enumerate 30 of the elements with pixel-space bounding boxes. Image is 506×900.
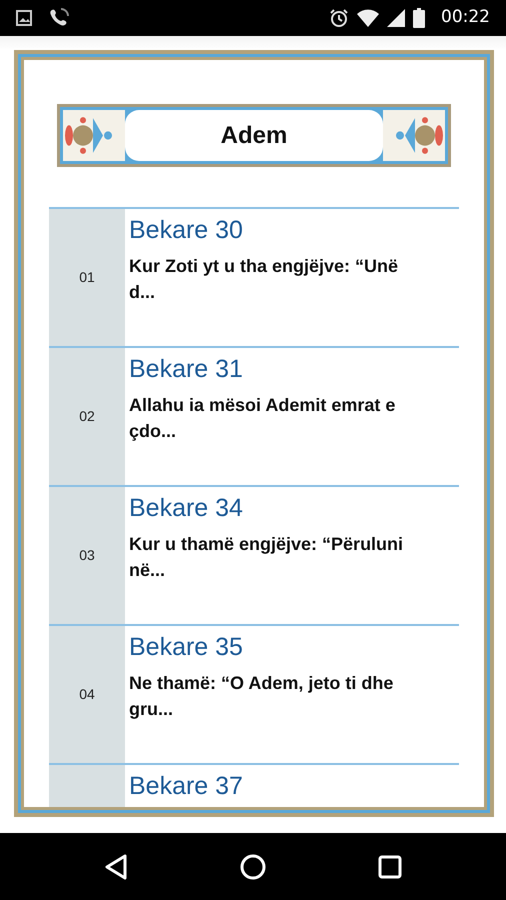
verse-list-item[interactable]: 03 Bekare 34 Kur u thamë engjëjve: “Përuluni në... [49, 485, 459, 624]
back-button[interactable] [103, 852, 129, 880]
verse-list-item[interactable]: Bekare 37 [49, 763, 459, 807]
verse-excerpt: Kur Zoti yt u tha engjëjve: “Unë d... [129, 254, 400, 304]
wifi-icon [357, 9, 379, 27]
verse-list-item[interactable]: 02 Bekare 31 Allahu ia mësoi Ademit emrat e çdo... [49, 346, 459, 485]
battery-icon [413, 8, 425, 28]
verse-reference: Bekare 31 [129, 356, 244, 384]
ornament-drawing [63, 110, 125, 161]
verse-reference: Bekare 34 [129, 495, 244, 522]
verse-excerpt: Kur u thamë engjëjve: “Përuluni në... [129, 532, 404, 582]
verse-number: 03 [79, 546, 95, 565]
verse-list-item[interactable]: 01 Bekare 30 Kur Zoti yt u tha engjëjve: “Unë d... [49, 207, 459, 346]
clock-time: 00:22 [441, 6, 490, 30]
chapter-title: Adem [220, 120, 288, 150]
recent-apps-button[interactable] [377, 854, 403, 880]
verse-number: 01 [79, 268, 95, 287]
signal-icon [387, 9, 405, 27]
verse-reference: Bekare 35 [129, 634, 244, 662]
ornament-drawing [383, 110, 445, 161]
alarm-icon [329, 8, 349, 28]
verse-excerpt: Ne thamë: “O Adem, jeto ti dhe gru... [129, 672, 394, 721]
verse-reference: Bekare 30 [129, 217, 244, 244]
verse-number: 02 [79, 407, 95, 426]
verse-excerpt: Allahu ia mësoi Ademit emrat e çdo... [129, 394, 396, 443]
image-icon [16, 10, 32, 26]
verse-reference: Bekare 37 [129, 773, 244, 800]
home-button[interactable] [239, 852, 267, 880]
verse-list-item[interactable]: 04 Bekare 35 Ne thamë: “O Adem, jeto ti dhe gru... [49, 624, 459, 763]
verse-number: 04 [79, 685, 95, 704]
